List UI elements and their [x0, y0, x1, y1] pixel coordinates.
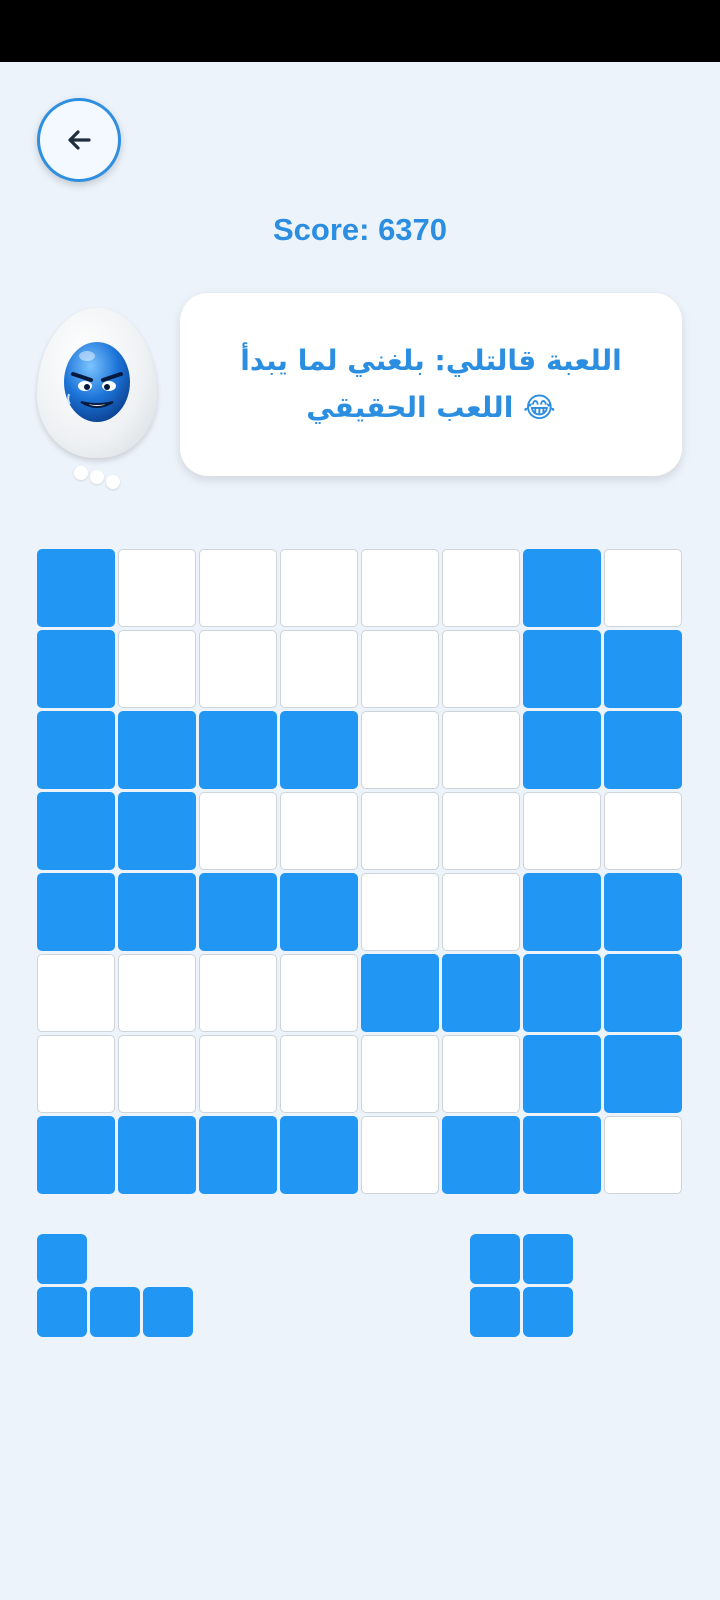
board-cell-empty[interactable] [361, 630, 439, 708]
board-cell-empty[interactable] [361, 549, 439, 627]
thought-dot [90, 470, 104, 484]
board-cell-empty[interactable] [442, 549, 520, 627]
board-cell-filled[interactable] [280, 711, 358, 789]
arrow-left-icon [68, 130, 91, 150]
board-cell-empty[interactable] [37, 1035, 115, 1113]
board-cell-empty[interactable] [280, 954, 358, 1032]
board-cell-filled[interactable] [37, 630, 115, 708]
piece-block[interactable] [143, 1287, 193, 1337]
piece-block[interactable] [523, 1287, 573, 1337]
back-button[interactable] [37, 98, 121, 182]
board-cell-filled[interactable] [604, 873, 682, 951]
blue-egg-face-icon [64, 342, 130, 422]
board-cell-empty[interactable] [118, 1035, 196, 1113]
board-cell-empty[interactable] [199, 630, 277, 708]
board-cell-filled[interactable] [604, 1035, 682, 1113]
board-cell-empty[interactable] [604, 1116, 682, 1194]
speech-line: اللعبة قالتلي: بلغني لما يبدأ [240, 344, 622, 378]
board-cell-filled[interactable] [118, 792, 196, 870]
board-cell-empty[interactable] [199, 792, 277, 870]
board-cell-empty[interactable] [118, 630, 196, 708]
board-cell-filled[interactable] [118, 873, 196, 951]
board-cell-empty[interactable] [523, 792, 601, 870]
board-cell-filled[interactable] [199, 1116, 277, 1194]
board-cell-filled[interactable] [523, 630, 601, 708]
thought-dot [74, 466, 88, 480]
board-cell-filled[interactable] [37, 873, 115, 951]
board-cell-filled[interactable] [523, 873, 601, 951]
board-cell-empty[interactable] [442, 873, 520, 951]
piece-gap [143, 1234, 193, 1284]
piece-block[interactable] [90, 1287, 140, 1337]
board-cell-filled[interactable] [280, 873, 358, 951]
board-cell-filled[interactable] [361, 954, 439, 1032]
board-cell-empty[interactable] [442, 1035, 520, 1113]
game-board[interactable] [37, 549, 682, 1194]
piece-block[interactable] [37, 1287, 87, 1337]
piece-block[interactable] [523, 1234, 573, 1284]
piece-l-shape[interactable] [37, 1234, 193, 1337]
board-cell-empty[interactable] [604, 792, 682, 870]
speech-line: 😂 اللعب الحقيقي [306, 390, 556, 424]
board-cell-empty[interactable] [280, 792, 358, 870]
score-label: Score: 6370 [272, 212, 448, 247]
avatar [37, 308, 157, 489]
board-cell-filled[interactable] [199, 711, 277, 789]
board-cell-empty[interactable] [361, 792, 439, 870]
board-cell-filled[interactable] [523, 711, 601, 789]
piece-square[interactable] [470, 1234, 573, 1337]
thought-dot [106, 475, 120, 489]
board-cell-empty[interactable] [280, 1035, 358, 1113]
board-cell-filled[interactable] [604, 630, 682, 708]
board-cell-empty[interactable] [199, 954, 277, 1032]
board-cell-filled[interactable] [118, 1116, 196, 1194]
board-cell-filled[interactable] [37, 549, 115, 627]
board-cell-empty[interactable] [118, 549, 196, 627]
board-cell-empty[interactable] [199, 1035, 277, 1113]
piece-block[interactable] [470, 1287, 520, 1337]
board-cell-empty[interactable] [361, 711, 439, 789]
board-cell-empty[interactable] [118, 954, 196, 1032]
status-bar [0, 0, 720, 62]
board-cell-empty[interactable] [37, 954, 115, 1032]
board-cell-empty[interactable] [361, 1035, 439, 1113]
board-cell-empty[interactable] [199, 549, 277, 627]
board-cell-filled[interactable] [523, 1116, 601, 1194]
board-cell-filled[interactable] [442, 954, 520, 1032]
board-cell-filled[interactable] [604, 954, 682, 1032]
board-cell-empty[interactable] [604, 549, 682, 627]
board-cell-filled[interactable] [442, 1116, 520, 1194]
board-cell-filled[interactable] [118, 711, 196, 789]
board-cell-filled[interactable] [37, 792, 115, 870]
board-cell-empty[interactable] [361, 1116, 439, 1194]
board-cell-filled[interactable] [523, 549, 601, 627]
board-cell-filled[interactable] [37, 711, 115, 789]
board-cell-filled[interactable] [604, 711, 682, 789]
piece-block[interactable] [37, 1234, 87, 1284]
board-cell-empty[interactable] [361, 873, 439, 951]
board-cell-filled[interactable] [280, 1116, 358, 1194]
piece-gap [90, 1234, 140, 1284]
board-cell-empty[interactable] [442, 630, 520, 708]
board-cell-empty[interactable] [442, 711, 520, 789]
board-cell-filled[interactable] [199, 873, 277, 951]
speech-bubble: اللعبة قالتلي: بلغني لما يبدأ 😂 اللعب ال… [180, 293, 682, 476]
board-cell-empty[interactable] [280, 630, 358, 708]
board-cell-empty[interactable] [442, 792, 520, 870]
piece-block[interactable] [470, 1234, 520, 1284]
board-cell-empty[interactable] [280, 549, 358, 627]
board-cell-filled[interactable] [523, 1035, 601, 1113]
board-cell-filled[interactable] [523, 954, 601, 1032]
speech-text: اللعبة قالتلي: بلغني لما يبدأ 😂 اللعب ال… [240, 338, 622, 430]
board-cell-filled[interactable] [37, 1116, 115, 1194]
